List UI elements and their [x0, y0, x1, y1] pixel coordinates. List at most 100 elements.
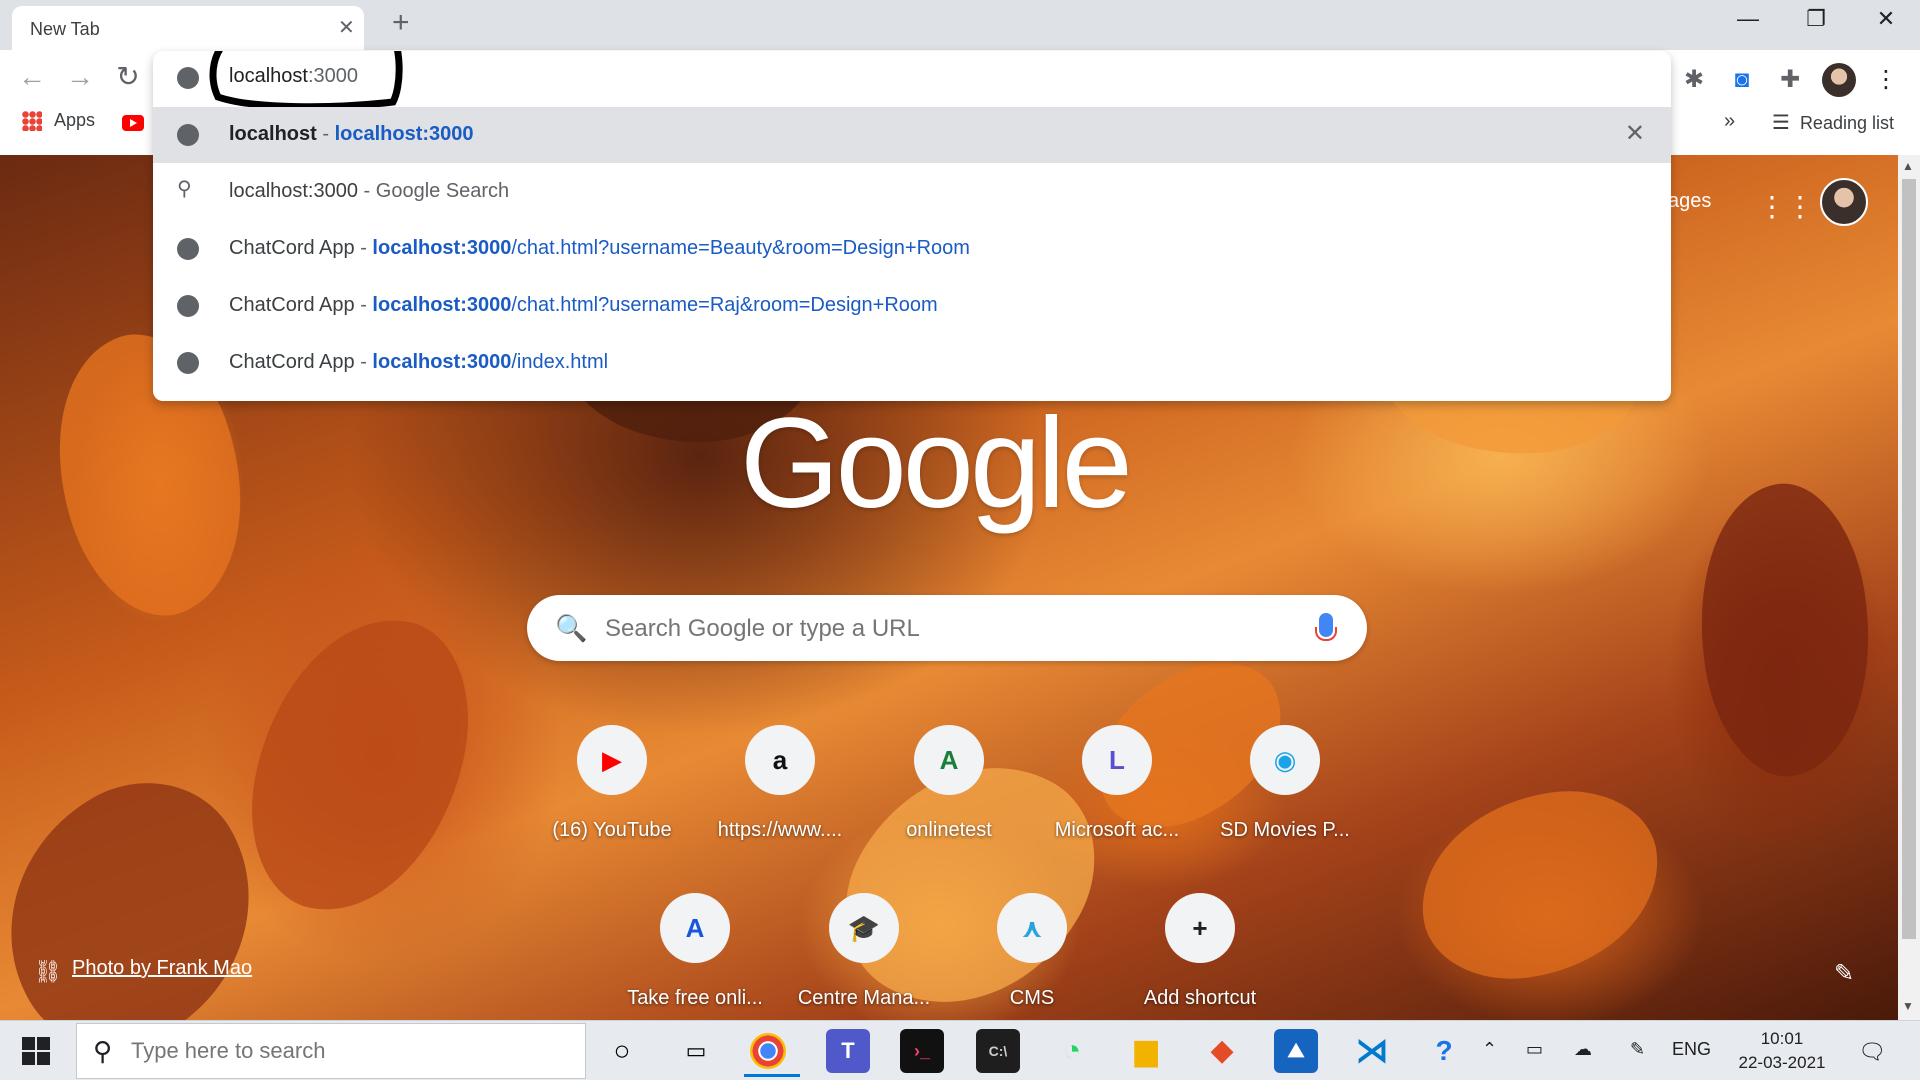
shortcut-tile[interactable]: + Add shortcut — [1125, 893, 1275, 1023]
shortcut-tile[interactable]: ▶ (16) YouTube — [537, 725, 687, 855]
letter-a-blue-icon: A — [660, 893, 730, 963]
task-view-icon[interactable]: ▭ — [674, 1029, 718, 1073]
clock-time: 10:01 — [1760, 1029, 1804, 1048]
back-button[interactable]: ← — [12, 62, 52, 92]
clock-date: 22-03-2021 — [1738, 1053, 1826, 1072]
vscode-icon[interactable]: ⋊ — [1350, 1029, 1394, 1073]
cortana-icon[interactable]: ○ — [600, 1029, 644, 1073]
tab-new-tab[interactable]: New Tab ✕ — [12, 6, 364, 50]
omnibox-dropdown: localhost:3000 localhost - localhost:300… — [153, 51, 1671, 401]
photo-credit-link[interactable]: Photo by Frank Mao — [72, 957, 252, 980]
globe-icon — [177, 352, 199, 374]
microphone-icon[interactable] — [1315, 613, 1337, 641]
bug-icon[interactable]: ✱ — [1678, 64, 1710, 96]
shortcut-tile[interactable]: Aonlinetest — [874, 725, 1024, 855]
cms-icon: ⋏ — [997, 893, 1067, 963]
photos-icon[interactable]: ⛰ — [1274, 1029, 1318, 1073]
suggestion-row[interactable]: ChatCord App - localhost:3000/chat.html?… — [153, 278, 1671, 334]
customize-pencil-icon[interactable]: ✎ — [1834, 959, 1854, 988]
suggestion-title: localhost:3000 — [229, 180, 358, 202]
scroll-up-icon[interactable]: ▲ — [1902, 159, 1914, 173]
taskbar-search-box[interactable]: ⚲ — [76, 1023, 586, 1079]
shortcut-label: Microsoft ac... — [1054, 819, 1180, 841]
globe-icon — [177, 124, 199, 146]
globe-icon — [177, 67, 199, 89]
clock[interactable]: 10:01 22-03-2021 — [1720, 1027, 1844, 1075]
apps-label: Apps — [54, 110, 96, 130]
language-indicator[interactable]: ENG — [1672, 1039, 1711, 1060]
reload-button[interactable]: ↻ — [108, 62, 148, 92]
shortcut-tile[interactable]: a https://www.... — [705, 725, 855, 855]
account-avatar[interactable] — [1820, 178, 1868, 226]
file-explorer-icon[interactable]: ▆ — [1124, 1029, 1168, 1073]
shortcut-tile[interactable]: ⋏ CMS — [957, 893, 1107, 1023]
profile-avatar[interactable] — [1822, 63, 1856, 97]
suggestion-row[interactable]: ChatCord App - localhost:3000/chat.html?… — [153, 221, 1671, 277]
suggestion-row[interactable]: ⚲ localhost:3000 - Google Search — [153, 164, 1671, 220]
ntp-search-input[interactable] — [605, 615, 1245, 643]
cloud-icon[interactable]: ☁ — [1574, 1039, 1592, 1060]
shortcut-tile[interactable]: A Take free onli... — [620, 893, 770, 1023]
suggestion-url-host: localhost:3000 — [334, 123, 474, 145]
shortcut-label: Add shortcut — [1143, 987, 1257, 1009]
forward-button[interactable]: → — [60, 62, 100, 92]
ntp-search-box[interactable]: 🔍 — [527, 595, 1367, 661]
whatsapp-icon[interactable]: ◔ — [1050, 1029, 1094, 1073]
windows-start-icon[interactable] — [22, 1037, 50, 1065]
suggestion-row[interactable]: ChatCord App - localhost:3000/index.html — [153, 335, 1671, 391]
suggestion-url-path: /chat.html?username=Beauty&room=Design+R… — [511, 237, 970, 259]
suggestion-title: ChatCord App — [229, 237, 355, 259]
suggestion-title: localhost — [229, 123, 317, 145]
taskbar-search-input[interactable] — [131, 1038, 551, 1064]
suggestion-row[interactable]: localhost - localhost:3000 ✕ — [153, 107, 1671, 163]
cmd-icon[interactable]: C:\ — [976, 1029, 1020, 1073]
shortcut-label: Centre Mana... — [797, 987, 931, 1009]
reading-list-icon: ☰ — [1772, 112, 1790, 134]
scroll-down-icon[interactable]: ▼ — [1902, 999, 1914, 1013]
suggestion-title: ChatCord App — [229, 351, 355, 373]
remove-suggestion-icon[interactable]: ✕ — [1625, 119, 1645, 148]
globe-icon — [177, 295, 199, 317]
chrome-icon[interactable] — [750, 1033, 786, 1069]
globe-icon — [177, 238, 199, 260]
git-icon[interactable]: ◆ — [1200, 1029, 1244, 1073]
letter-a-icon: A — [914, 725, 984, 795]
bookmark-apps[interactable]: Apps — [22, 110, 95, 140]
minimize-button[interactable]: — — [1718, 6, 1778, 32]
terminal-icon[interactable]: ›_ — [900, 1029, 944, 1073]
bookmarks-overflow-button[interactable]: » — [1724, 110, 1735, 140]
screen-record-icon[interactable]: ◙ — [1726, 64, 1758, 96]
reading-list-button[interactable]: ☰ Reading list — [1772, 110, 1894, 140]
help-icon[interactable]: ? — [1422, 1029, 1466, 1073]
scroll-thumb[interactable] — [1902, 179, 1916, 939]
images-link[interactable]: ages — [1668, 190, 1711, 213]
menu-button[interactable]: ⋮ — [1870, 64, 1902, 96]
notifications-icon[interactable]: 🗨 — [1858, 1039, 1886, 1065]
battery-icon[interactable]: ▭ — [1526, 1039, 1543, 1060]
plus-icon: + — [1165, 893, 1235, 963]
shortcut-label: Take free onli... — [627, 987, 763, 1009]
search-icon: 🔍 — [555, 613, 588, 643]
amazon-icon: a — [745, 725, 815, 795]
search-icon: ⚲ — [177, 178, 192, 200]
pen-icon[interactable]: ✎ — [1630, 1039, 1645, 1060]
shortcut-label: (16) YouTube — [552, 819, 672, 841]
camera-icon: ◉ — [1250, 725, 1320, 795]
shortcut-tile[interactable]: L Microsoft ac... — [1042, 725, 1192, 855]
link-icon: ⛓ — [34, 959, 62, 984]
graduation-cap-icon: 🎓 — [829, 893, 899, 963]
tab-close-icon[interactable]: ✕ — [338, 15, 355, 40]
restore-button[interactable]: ❐ — [1786, 6, 1846, 32]
letter-l-icon: L — [1082, 725, 1152, 795]
taskbar: ⚲ ○ ▭ T ›_ C:\ ◔ ▆ ◆ ⛰ ⋊ ? ⌃ ▭ ☁ ✎ ENG 1… — [0, 1020, 1920, 1080]
youtube-bookmark-icon[interactable] — [122, 115, 144, 131]
window-close-button[interactable]: ✕ — [1856, 6, 1916, 32]
chevron-up-icon[interactable]: ⌃ — [1482, 1039, 1497, 1060]
suggestion-title: ChatCord App — [229, 294, 355, 316]
teams-icon[interactable]: T — [826, 1029, 870, 1073]
puzzle-icon[interactable]: ✚ — [1774, 64, 1806, 96]
new-tab-button[interactable]: + — [392, 8, 410, 38]
shortcut-tile[interactable]: 🎓 Centre Mana... — [789, 893, 939, 1023]
shortcut-tile[interactable]: ◉ SD Movies P... — [1210, 725, 1360, 855]
scrollbar[interactable]: ▲ ▼ — [1898, 155, 1920, 1020]
